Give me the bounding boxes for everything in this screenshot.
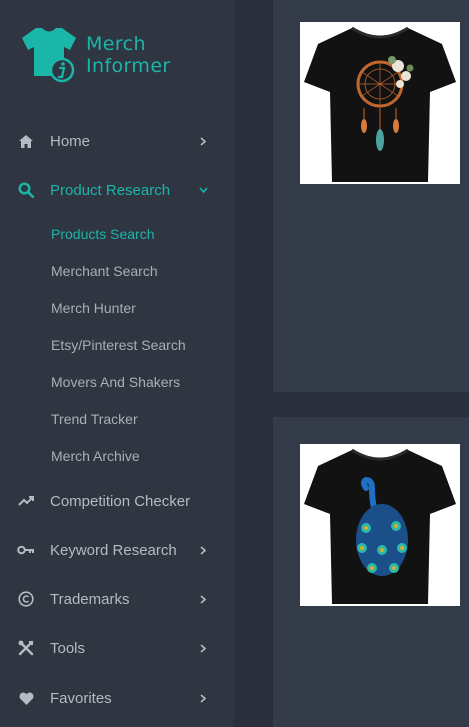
- product-card[interactable]: [273, 417, 469, 727]
- nav-label-product-research: Product Research: [50, 181, 171, 199]
- app: Merch Informer Home Product Research Pro…: [0, 0, 469, 727]
- nav-label-tools: Tools: [50, 639, 86, 657]
- tshirt-info-icon: [22, 28, 76, 83]
- nav-item-trademarks[interactable]: Trademarks: [0, 581, 234, 617]
- brand-line-1: Merch: [86, 33, 146, 55]
- tools-icon: [17, 639, 35, 657]
- sub-item-merch-archive[interactable]: Merch Archive: [51, 446, 140, 466]
- nav-item-competition-checker[interactable]: Competition Checker: [0, 483, 234, 519]
- brand-name: Merch Informer: [86, 33, 171, 77]
- sidebar: Merch Informer Home Product Research Pro…: [0, 0, 234, 727]
- nav-item-product-research[interactable]: Product Research: [0, 172, 234, 208]
- nav-item-home[interactable]: Home: [0, 123, 234, 159]
- peacock-tshirt-image[interactable]: [300, 444, 460, 606]
- heart-icon: [17, 689, 35, 707]
- brand-logo[interactable]: Merch Informer: [18, 24, 208, 88]
- sub-item-products-search[interactable]: Products Search: [51, 224, 155, 244]
- trending-up-icon: [17, 492, 35, 510]
- sub-item-etsy-pinterest-search[interactable]: Etsy/Pinterest Search: [51, 335, 186, 355]
- card-gap: [273, 392, 469, 417]
- sub-item-trend-tracker[interactable]: Trend Tracker: [51, 409, 138, 429]
- product-card[interactable]: [273, 0, 469, 392]
- chevron-right-icon: [198, 545, 208, 555]
- nav-label-home: Home: [50, 132, 91, 150]
- key-icon: [17, 541, 35, 559]
- nav-label-favorites: Favorites: [50, 689, 112, 707]
- sub-item-merchant-search[interactable]: Merchant Search: [51, 261, 158, 281]
- copyright-icon: [17, 590, 35, 608]
- sub-item-merch-hunter[interactable]: Merch Hunter: [51, 298, 136, 318]
- nav-item-favorites[interactable]: Favorites: [0, 680, 234, 716]
- chevron-right-icon: [198, 643, 208, 653]
- brand-line-2: Informer: [86, 55, 171, 77]
- nav-item-keyword-research[interactable]: Keyword Research: [0, 532, 234, 568]
- nav-label-competition-checker: Competition Checker: [50, 492, 191, 510]
- home-icon: [17, 132, 35, 150]
- dreamcatcher-tshirt-image[interactable]: [300, 22, 460, 184]
- chevron-right-icon: [198, 594, 208, 604]
- search-icon: [17, 181, 35, 199]
- sub-item-movers-and-shakers[interactable]: Movers And Shakers: [51, 372, 180, 392]
- nav-label-keyword-research: Keyword Research: [50, 541, 177, 559]
- chevron-right-icon: [198, 693, 208, 703]
- chevron-right-icon: [198, 136, 208, 146]
- chevron-down-icon: [198, 185, 208, 195]
- content-gutter: [234, 0, 273, 727]
- nav-item-tools[interactable]: Tools: [0, 630, 234, 666]
- nav-label-trademarks: Trademarks: [50, 590, 130, 608]
